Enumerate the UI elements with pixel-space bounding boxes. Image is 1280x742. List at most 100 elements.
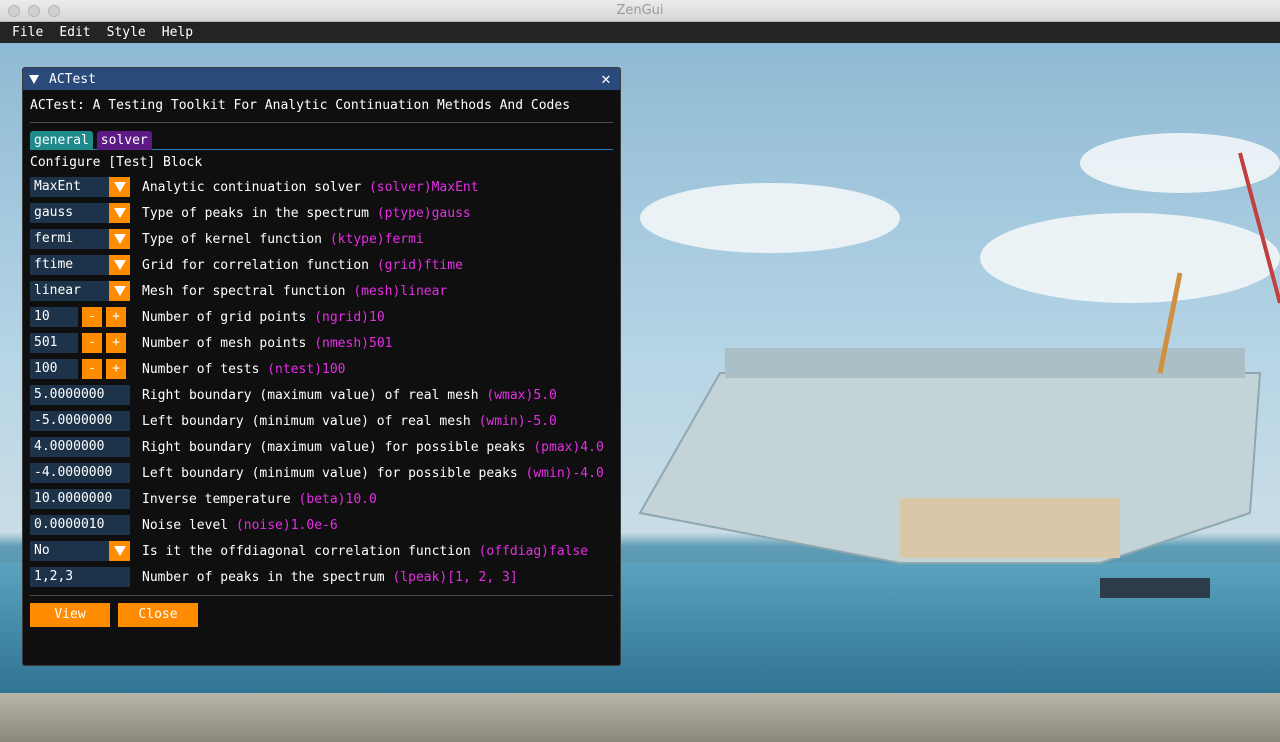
- setting-description: Number of mesh points (nmesh)501: [142, 336, 392, 351]
- setting-description: Left boundary (minimum value) for possib…: [142, 466, 604, 481]
- close-icon[interactable]: ✕: [598, 70, 614, 88]
- text-field: 4.0000000: [30, 437, 130, 457]
- text-field: 0.0000010: [30, 515, 130, 535]
- setting-row: 1,2,3 Number of peaks in the spectrum (lp…: [30, 564, 613, 590]
- setting-key-value: (ngrid)10: [314, 309, 385, 325]
- combo-box: gauss: [30, 203, 130, 223]
- menu-edit[interactable]: Edit: [51, 22, 98, 43]
- decrement-button[interactable]: -: [82, 333, 102, 353]
- panel-title-bar[interactable]: ACTest ✕: [23, 68, 620, 90]
- text-input[interactable]: 0.0000010: [30, 515, 130, 535]
- text-input[interactable]: -5.0000000: [30, 411, 130, 431]
- chevron-down-icon: [113, 234, 126, 244]
- text-input[interactable]: 5.0000000: [30, 385, 130, 405]
- setting-key-value: (wmin)-4.0: [525, 465, 604, 481]
- collapse-arrow-icon[interactable]: [29, 74, 39, 84]
- setting-row: 501- + Number of mesh points (nmesh)501: [30, 330, 613, 356]
- chevron-down-icon: [113, 208, 126, 218]
- combo-box: MaxEnt: [30, 177, 130, 197]
- setting-key-value: (nmesh)501: [314, 335, 393, 351]
- setting-description: Right boundary (maximum value) of real m…: [142, 388, 557, 403]
- setting-key-value: (solver)MaxEnt: [368, 179, 479, 195]
- setting-description: Number of peaks in the spectrum (lpeak)[…: [142, 570, 518, 585]
- increment-button[interactable]: +: [106, 333, 126, 353]
- window-title-bar: ZenGui: [0, 0, 1280, 22]
- combo-box: fermi: [30, 229, 130, 249]
- setting-description: Mesh for spectral function (mesh)linear: [142, 284, 447, 299]
- int-input[interactable]: 100: [30, 359, 78, 379]
- setting-label: Number of peaks in the spectrum: [142, 569, 385, 585]
- decrement-button[interactable]: -: [82, 307, 102, 327]
- combo-value[interactable]: ftime: [30, 255, 109, 275]
- setting-row: 4.0000000 Right boundary (maximum value) …: [30, 434, 613, 460]
- int-stepper: 10- +: [30, 307, 130, 327]
- actest-panel: ACTest ✕ ACTest: A Testing Toolkit For A…: [22, 67, 621, 666]
- setting-key-value: (wmin)-5.0: [478, 413, 557, 429]
- button-row: View Close: [30, 603, 613, 627]
- tab-solver[interactable]: solver: [96, 131, 152, 150]
- setting-label: Inverse temperature: [142, 491, 291, 507]
- text-input[interactable]: 10.0000000: [30, 489, 130, 509]
- panel-title: ACTest: [49, 71, 96, 87]
- dropdown-button[interactable]: [109, 203, 130, 223]
- dropdown-button[interactable]: [109, 229, 130, 249]
- tab-general[interactable]: general: [30, 131, 93, 150]
- setting-row: fermi Type of kernel function (ktype)ferm…: [30, 226, 613, 252]
- dropdown-button[interactable]: [109, 281, 130, 301]
- int-stepper: 501- +: [30, 333, 130, 353]
- setting-key-value: (ptype)gauss: [376, 205, 471, 221]
- setting-key-value: (mesh)linear: [353, 283, 448, 299]
- combo-box: No: [30, 541, 130, 561]
- chevron-down-icon: [113, 286, 126, 296]
- setting-row: gauss Type of peaks in the spectrum (ptyp…: [30, 200, 613, 226]
- combo-value[interactable]: gauss: [30, 203, 109, 223]
- setting-label: Right boundary (maximum value) for possi…: [142, 439, 526, 455]
- text-input[interactable]: 4.0000000: [30, 437, 130, 457]
- setting-label: Type of kernel function: [142, 231, 323, 247]
- int-input[interactable]: 501: [30, 333, 78, 353]
- increment-button[interactable]: +: [106, 307, 126, 327]
- setting-description: Analytic continuation solver (solver)Max…: [142, 180, 479, 195]
- setting-description: Inverse temperature (beta)10.0: [142, 492, 377, 507]
- chevron-down-icon: [113, 546, 126, 556]
- menu-help[interactable]: Help: [154, 22, 201, 43]
- combo-value[interactable]: linear: [30, 281, 109, 301]
- menu-file[interactable]: File: [4, 22, 51, 43]
- close-button[interactable]: Close: [118, 603, 198, 627]
- view-button[interactable]: View: [30, 603, 110, 627]
- setting-label: Mesh for spectral function: [142, 283, 346, 299]
- combo-value[interactable]: fermi: [30, 229, 109, 249]
- combo-box: linear: [30, 281, 130, 301]
- combo-value[interactable]: MaxEnt: [30, 177, 109, 197]
- dropdown-button[interactable]: [109, 255, 130, 275]
- combo-value[interactable]: No: [30, 541, 109, 561]
- setting-key-value: (offdiag)false: [478, 543, 589, 559]
- setting-label: Right boundary (maximum value) of real m…: [142, 387, 479, 403]
- setting-description: Number of grid points (ngrid)10: [142, 310, 385, 325]
- setting-label: Number of tests: [142, 361, 260, 377]
- setting-description: Type of peaks in the spectrum (ptype)gau…: [142, 206, 471, 221]
- menu-bar: File Edit Style Help: [0, 22, 1280, 43]
- increment-button[interactable]: +: [106, 359, 126, 379]
- dropdown-button[interactable]: [109, 177, 130, 197]
- window-title: ZenGui: [616, 3, 664, 18]
- setting-row: 100- + Number of tests (ntest)100: [30, 356, 613, 382]
- menu-style[interactable]: Style: [99, 22, 154, 43]
- setting-description: Right boundary (maximum value) for possi…: [142, 440, 604, 455]
- setting-row: 10.0000000 Inverse temperature (beta)10.0: [30, 486, 613, 512]
- chevron-down-icon: [113, 260, 126, 270]
- dropdown-button[interactable]: [109, 541, 130, 561]
- setting-row: 10- + Number of grid points (ngrid)10: [30, 304, 613, 330]
- setting-description: Noise level (noise)1.0e-6: [142, 518, 338, 533]
- text-input[interactable]: -4.0000000: [30, 463, 130, 483]
- decrement-button[interactable]: -: [82, 359, 102, 379]
- setting-label: Analytic continuation solver: [142, 179, 362, 195]
- setting-label: Type of peaks in the spectrum: [142, 205, 369, 221]
- int-input[interactable]: 10: [30, 307, 78, 327]
- setting-description: Is it the offdiagonal correlation functi…: [142, 544, 588, 559]
- setting-row: -5.0000000 Left boundary (minimum value) …: [30, 408, 613, 434]
- text-input[interactable]: 1,2,3: [30, 567, 130, 587]
- text-field: 1,2,3: [30, 567, 130, 587]
- chevron-down-icon: [113, 182, 126, 192]
- setting-row: linear Mesh for spectral function (mesh)l…: [30, 278, 613, 304]
